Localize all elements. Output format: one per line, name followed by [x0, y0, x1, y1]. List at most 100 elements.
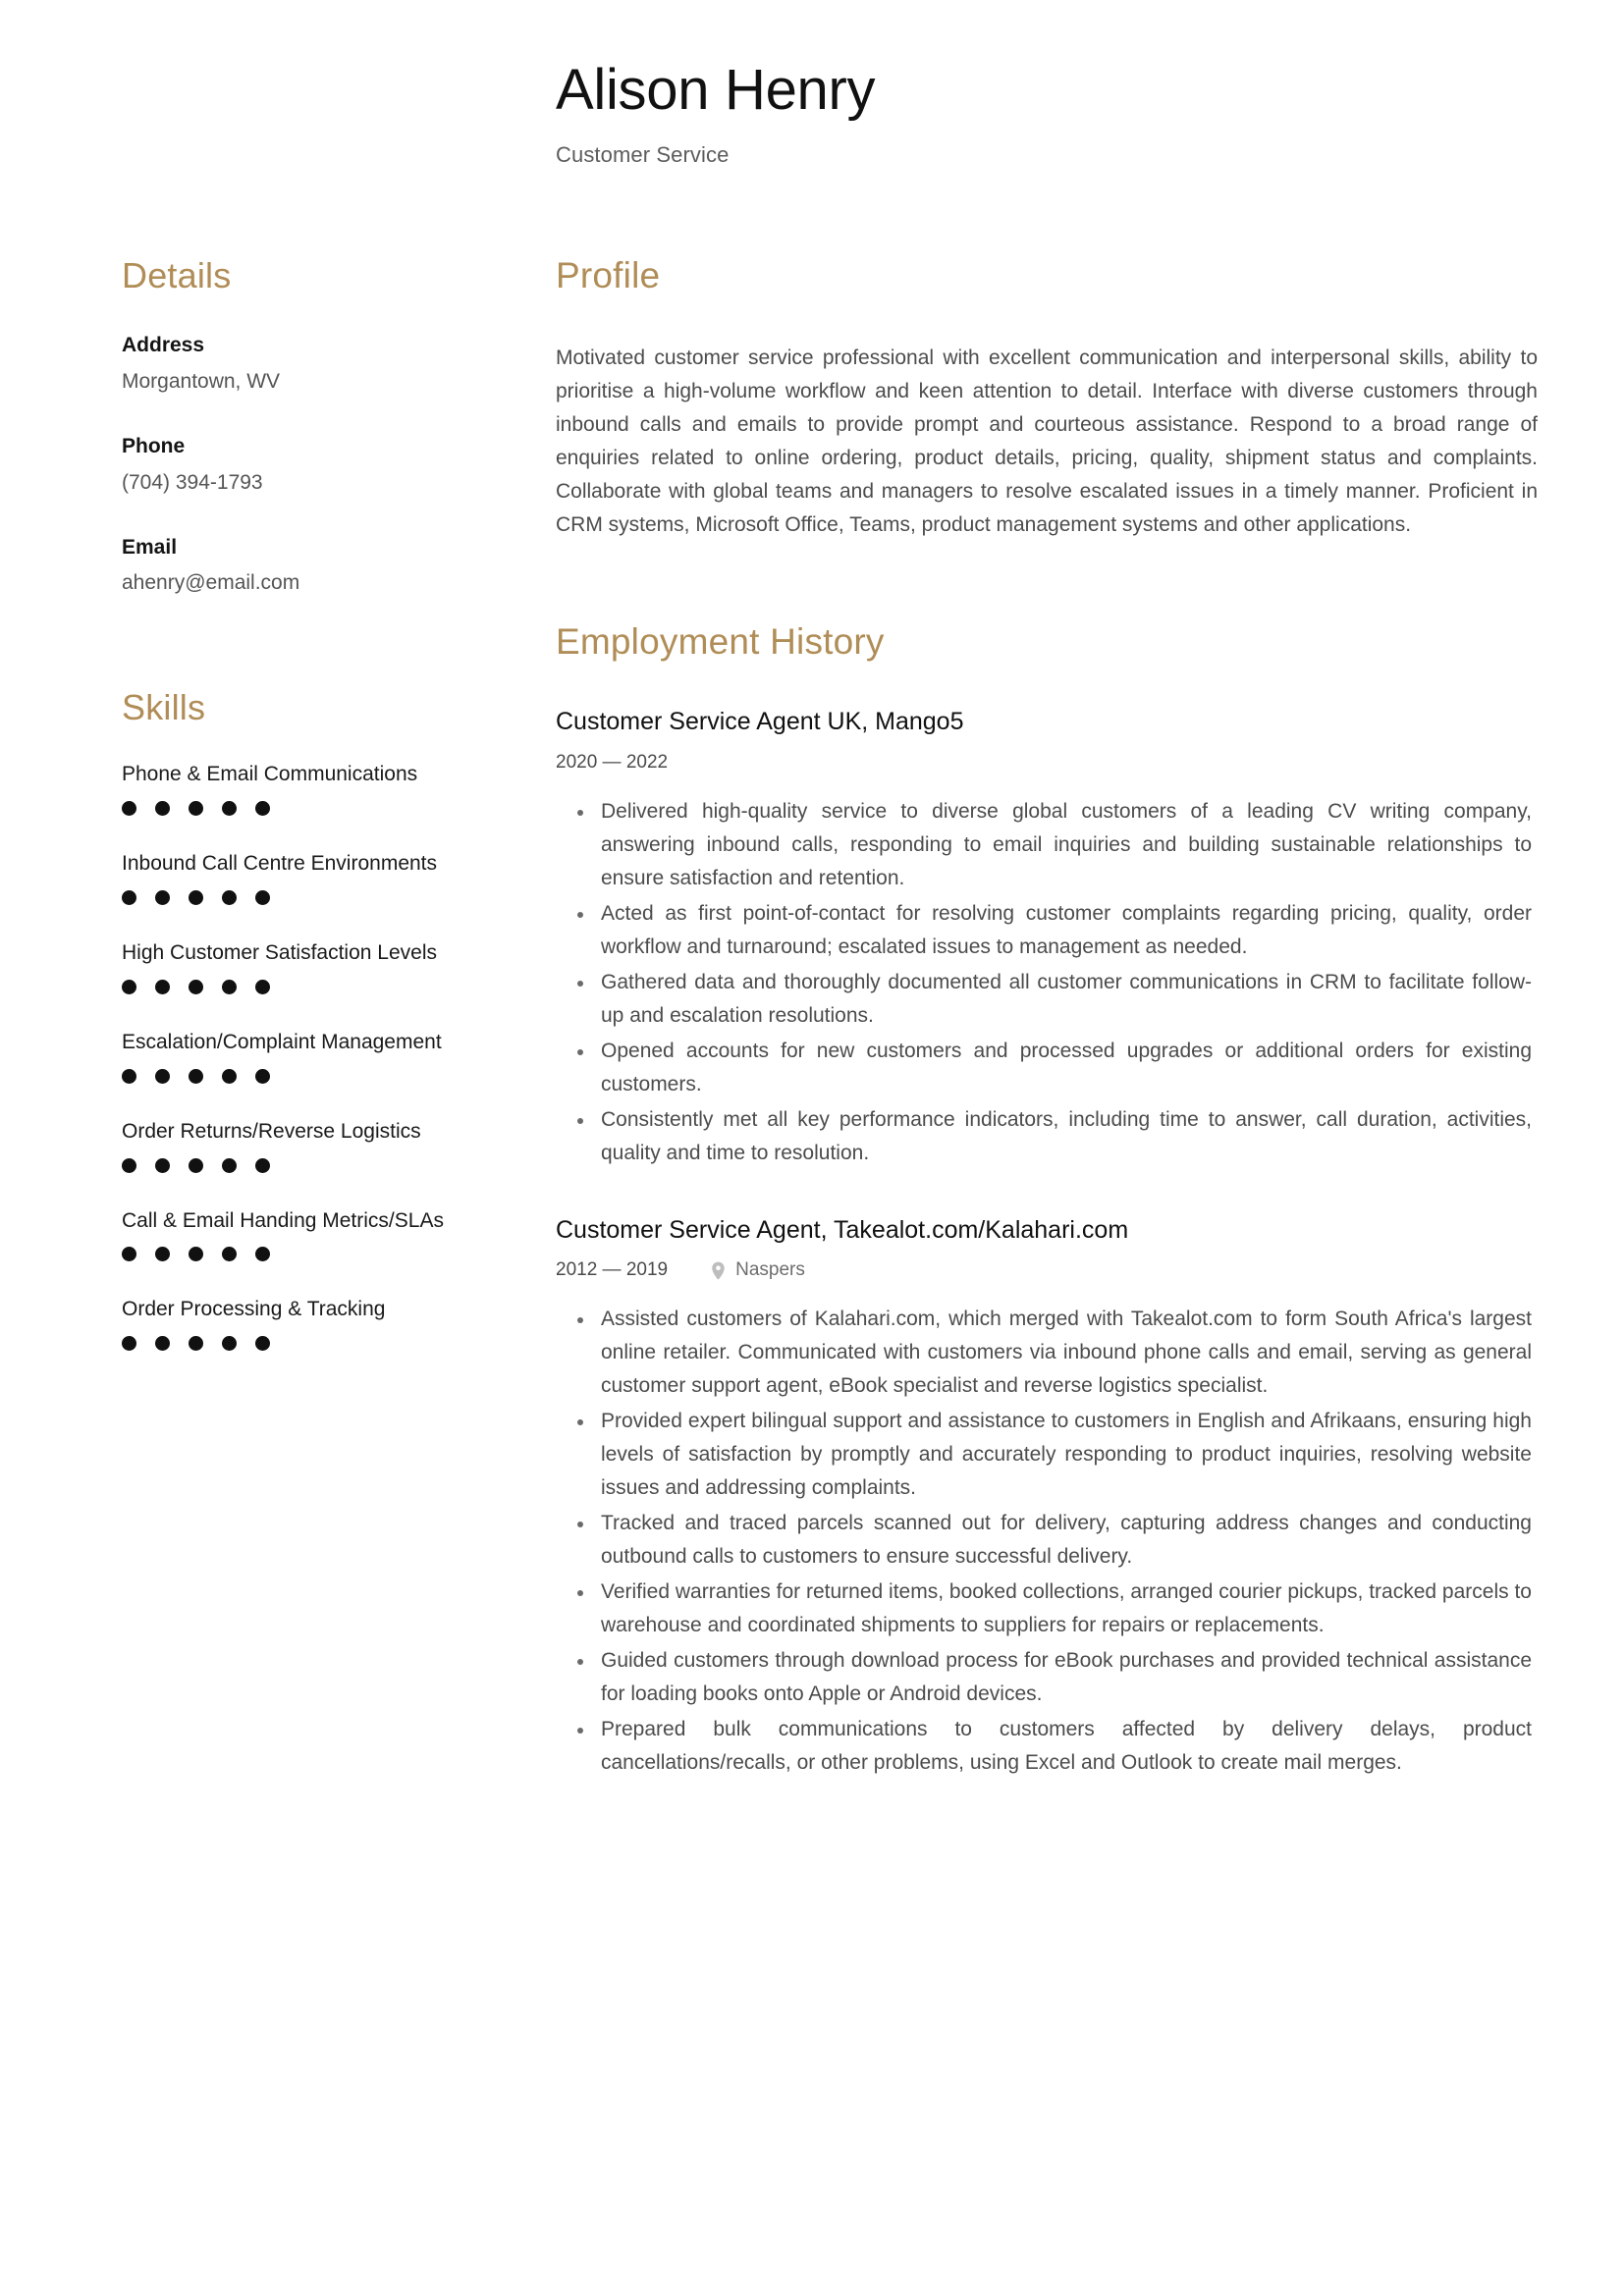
job-bullet: Provided expert bilingual support and as… [577, 1405, 1538, 1505]
skills-section: Skills Phone & Email Communications Inbo… [122, 686, 556, 1352]
detail-field-email: Email ahenry@email.com [122, 534, 556, 598]
skill-name: Inbound Call Centre Environments [122, 852, 438, 876]
skill-name: Call & Email Handing Metrics/SLAs [122, 1208, 444, 1232]
rating-dot-filled [222, 979, 237, 994]
resume-page: Alison Henry Customer Service Details Ad… [0, 0, 1624, 2296]
resume-body: Details Address Morgantown, WV Phone (70… [0, 168, 1624, 1782]
job-bullet: Tracked and traced parcels scanned out f… [577, 1507, 1538, 1574]
rating-dot-filled [255, 1247, 270, 1262]
rating-dot-filled [189, 1157, 203, 1173]
rating-dot-filled [255, 1157, 270, 1173]
skill-rating [122, 1068, 556, 1084]
skills-heading: Skills [122, 686, 206, 727]
skill-rating [122, 979, 556, 994]
location-pin-icon [711, 1261, 726, 1280]
detail-label: Phone [122, 435, 186, 458]
job-entry: Customer Service Agent, Takealot.com/Kal… [556, 1215, 1538, 1780]
job-dates: 2020 — 2022 [556, 751, 669, 773]
job-bullet: Acted as first point-of-contact for reso… [577, 897, 1538, 964]
detail-field-address: Address Morgantown, WV [122, 332, 556, 396]
skill-item: Phone & Email Communications [122, 762, 556, 817]
rating-dot-filled [255, 801, 270, 817]
job-meta: 2020 — 2022 [556, 752, 1538, 774]
rating-dot-filled [189, 889, 203, 905]
sidebar-column: Details Address Morgantown, WV Phone (70… [122, 256, 556, 1352]
rating-dot-filled [155, 979, 170, 994]
detail-label: Email [122, 535, 178, 559]
skill-name: Escalation/Complaint Management [122, 1030, 442, 1053]
rating-dot-filled [155, 1068, 170, 1084]
rating-dot-filled [255, 889, 270, 905]
rating-dot-filled [222, 1247, 237, 1262]
rating-dot-filled [189, 801, 203, 817]
job-dates: 2012 — 2019 [556, 1259, 669, 1281]
job-bullet: Assisted customers of Kalahari.com, whic… [577, 1303, 1538, 1403]
rating-dot-filled [155, 1336, 170, 1352]
details-section: Details Address Morgantown, WV Phone (70… [122, 256, 556, 598]
skill-rating [122, 1157, 556, 1173]
rating-dot-filled [255, 1068, 270, 1084]
job-meta: 2012 — 2019 Naspers [556, 1259, 1538, 1281]
detail-field-phone: Phone (704) 394-1793 [122, 433, 556, 497]
employment-heading: Employment History [556, 620, 885, 662]
candidate-job-title: Customer Service [556, 141, 730, 167]
job-bullet: Delivered high-quality service to divers… [577, 795, 1538, 895]
skill-rating [122, 1336, 556, 1352]
profile-text: Motivated customer service professional … [556, 346, 1538, 536]
rating-dot-filled [122, 889, 136, 905]
rating-dot-filled [189, 979, 203, 994]
skill-name: High Customer Satisfaction Levels [122, 940, 437, 964]
job-bullet-list: Assisted customers of Kalahari.com, whic… [556, 1303, 1538, 1780]
profile-section: Profile Motivated customer service profe… [556, 254, 1538, 542]
employment-section: Employment History Customer Service Agen… [556, 620, 1538, 1781]
skill-rating [122, 1247, 556, 1262]
skill-item: Inbound Call Centre Environments [122, 851, 556, 905]
rating-dot-filled [155, 801, 170, 817]
skill-name: Order Returns/Reverse Logistics [122, 1119, 421, 1143]
rating-dot-filled [222, 1336, 237, 1352]
rating-dot-filled [122, 1157, 136, 1173]
detail-value: ahenry@email.com [122, 571, 300, 595]
job-bullet-list: Delivered high-quality service to divers… [556, 795, 1538, 1170]
detail-label: Address [122, 334, 205, 357]
job-title: Customer Service Agent UK, Mango5 [556, 708, 964, 736]
rating-dot-filled [255, 979, 270, 994]
rating-dot-filled [122, 1068, 136, 1084]
skill-item: Order Processing & Tracking [122, 1297, 556, 1352]
job-bullet: Verified warranties for returned items, … [577, 1575, 1538, 1642]
job-location-label: Naspers [735, 1259, 805, 1281]
skill-rating [122, 889, 556, 905]
main-column: Profile Motivated customer service profe… [556, 254, 1538, 1782]
rating-dot-filled [222, 889, 237, 905]
job-location: Naspers [711, 1259, 805, 1281]
skill-item: Escalation/Complaint Management [122, 1030, 556, 1084]
resume-header: Alison Henry Customer Service [0, 0, 1624, 168]
job-bullet: Gathered data and thoroughly documented … [577, 966, 1538, 1033]
rating-dot-filled [155, 1247, 170, 1262]
rating-dot-filled [122, 1247, 136, 1262]
profile-heading: Profile [556, 254, 661, 295]
job-bullet: Prepared bulk communications to customer… [577, 1713, 1538, 1780]
rating-dot-filled [155, 1157, 170, 1173]
job-entry: Customer Service Agent UK, Mango5 2020 —… [556, 707, 1538, 1169]
rating-dot-filled [189, 1336, 203, 1352]
job-bullet: Guided customers through download proces… [577, 1644, 1538, 1711]
rating-dot-filled [222, 1157, 237, 1173]
details-heading: Details [122, 254, 232, 295]
job-bullet: Consistently met all key performance ind… [577, 1103, 1538, 1170]
candidate-name: Alison Henry [556, 58, 876, 122]
detail-value: (704) 394-1793 [122, 470, 263, 494]
job-title: Customer Service Agent, Takealot.com/Kal… [556, 1215, 1129, 1244]
rating-dot-filled [189, 1247, 203, 1262]
rating-dot-filled [222, 801, 237, 817]
detail-value: Morgantown, WV [122, 369, 281, 393]
skill-rating [122, 801, 556, 817]
skill-item: Call & Email Handing Metrics/SLAs [122, 1208, 556, 1262]
rating-dot-filled [255, 1336, 270, 1352]
rating-dot-filled [222, 1068, 237, 1084]
skill-name: Order Processing & Tracking [122, 1298, 386, 1321]
rating-dot-filled [122, 801, 136, 817]
rating-dot-filled [189, 1068, 203, 1084]
rating-dot-filled [122, 979, 136, 994]
skill-name: Phone & Email Communications [122, 763, 418, 786]
